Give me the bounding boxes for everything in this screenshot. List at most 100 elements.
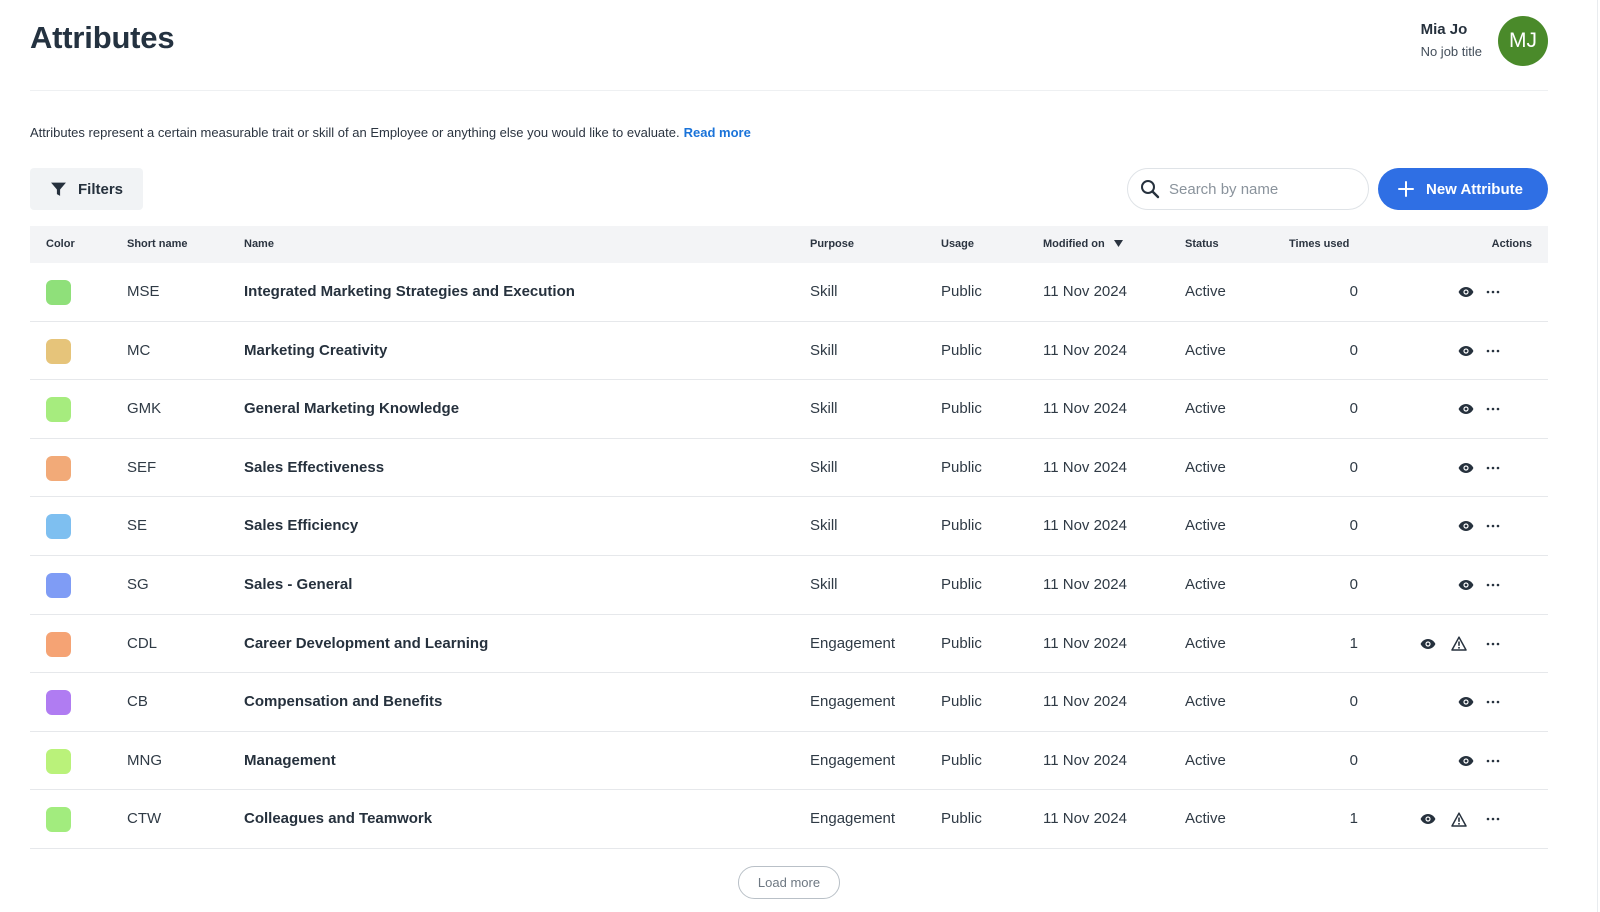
eye-icon[interactable] [1418,809,1438,829]
color-swatch [46,338,71,364]
status-cell: Active [1185,458,1226,476]
eye-icon[interactable] [1456,516,1476,536]
table-row[interactable]: MNG Management Engagement Public 11 Nov 2024… [30,732,1548,791]
attribute-name-cell[interactable]: Integrated Marketing Strategies and Exec… [244,263,575,321]
modified-on-cell: 11 Nov 2024 [1043,693,1127,711]
attribute-name-cell[interactable]: General Marketing Knowledge [244,380,459,438]
purpose-cell: Engagement [810,751,896,769]
purpose-cell: Skill [810,400,838,418]
more-horizontal-icon[interactable] [1483,634,1503,654]
usage-cell: Public [941,751,982,769]
table-row[interactable]: SE Sales Efficiency Skill Public 11 Nov 2024… [30,497,1548,556]
color-swatch [46,807,71,833]
load-more-button[interactable]: Load more [738,866,840,899]
status-cell: Active [1185,693,1226,711]
times-used-cell: 0 [1349,751,1358,769]
table-row[interactable]: GMK General Marketing Knowledge Skill Publi… [30,380,1548,439]
column-status[interactable]: Status [1185,226,1219,263]
times-used-cell: 0 [1349,517,1358,535]
usage-cell: Public [941,810,982,828]
warning-triangle-icon[interactable] [1449,634,1469,654]
attribute-name-cell[interactable]: Sales Efficiency [244,497,358,555]
usage-cell: Public [941,458,982,476]
attribute-name-cell[interactable]: Sales - General [244,556,352,614]
search-field[interactable] [1127,168,1369,210]
search-input[interactable] [1169,180,1349,198]
usage-cell: Public [941,283,982,300]
eye-icon[interactable] [1456,692,1476,712]
column-short-name[interactable]: Short name [127,226,188,263]
column-name[interactable]: Name [244,226,274,263]
short-name-cell: SEF [127,458,157,476]
table-row[interactable]: MC Marketing Creativity Skill Public 11 Nov … [30,322,1548,381]
attribute-name-cell[interactable]: Sales Effectiveness [244,439,384,497]
attributes-table: Color Short name Name Purpose Usage Modi… [30,226,1548,849]
eye-icon[interactable] [1456,751,1476,771]
times-used-cell: 0 [1349,458,1358,476]
column-modified-on[interactable]: Modified on [1043,226,1123,263]
modified-on-cell: 11 Nov 2024 [1043,751,1127,769]
table-row[interactable]: CB Compensation and Benefits Engagement Pub… [30,673,1548,732]
user-job-title: No job title [1420,44,1482,59]
modified-on-cell: 11 Nov 2024 [1043,634,1127,652]
eye-icon[interactable] [1456,282,1476,302]
user-info: Mia Jo No job title [1421,19,1482,63]
caret-down-icon [1113,240,1123,247]
more-horizontal-icon[interactable] [1483,341,1503,361]
attribute-name-cell[interactable]: Compensation and Benefits [244,673,442,731]
description-text: Attributes represent a certain measurabl… [30,125,680,140]
column-actions: Actions [1491,238,1532,250]
attribute-name-cell[interactable]: Colleagues and Teamwork [244,790,432,848]
more-horizontal-icon[interactable] [1483,399,1503,419]
page-description: Attributes represent a certain measurabl… [30,125,751,140]
usage-cell: Public [941,341,982,359]
more-horizontal-icon[interactable] [1483,751,1503,771]
column-purpose[interactable]: Purpose [810,226,854,263]
eye-icon[interactable] [1456,341,1476,361]
short-name-cell: GMK [127,400,162,418]
more-horizontal-icon[interactable] [1483,809,1503,829]
color-swatch [46,631,71,657]
table-row[interactable]: SEF Sales Effectiveness Skill Public 11 Nov … [30,439,1548,498]
more-horizontal-icon[interactable] [1483,282,1503,302]
table-row[interactable]: SG Sales - General Skill Public 11 Nov 2024 A… [30,556,1548,615]
more-horizontal-icon[interactable] [1483,692,1503,712]
eye-icon[interactable] [1456,458,1476,478]
color-swatch [46,690,71,716]
more-horizontal-icon[interactable] [1483,575,1503,595]
column-color: Color [46,238,75,250]
new-attribute-button[interactable]: New Attribute [1378,168,1548,210]
avatar[interactable]: MJ [1498,16,1548,66]
times-used-cell: 0 [1349,693,1358,711]
attribute-name-cell[interactable]: Marketing Creativity [244,322,387,380]
modified-on-cell: 11 Nov 2024 [1043,575,1127,593]
short-name-cell: SG [127,575,149,593]
eye-icon[interactable] [1456,399,1476,419]
column-times-used[interactable]: Times used [1289,226,1349,263]
times-used-cell: 0 [1349,400,1358,418]
more-horizontal-icon[interactable] [1483,516,1503,536]
eye-icon[interactable] [1456,575,1476,595]
usage-cell: Public [941,575,982,593]
column-usage[interactable]: Usage [941,226,974,263]
table-header: Color Short name Name Purpose Usage Modi… [30,226,1548,263]
purpose-cell: Skill [810,283,838,300]
warning-triangle-icon[interactable] [1449,809,1469,829]
filters-button[interactable]: Filters [30,168,143,210]
purpose-cell: Engagement [810,810,896,828]
more-horizontal-icon[interactable] [1483,458,1503,478]
attribute-name-cell[interactable]: Career Development and Learning [244,615,488,673]
table-row[interactable]: CDL Career Development and Learning Engage… [30,615,1548,674]
user-menu[interactable]: Mia Jo No job title MJ [1421,16,1548,66]
purpose-cell: Skill [810,517,838,535]
table-row[interactable]: MSE Integrated Marketing Strategies and E… [30,263,1548,322]
header-divider [30,90,1548,91]
color-swatch [46,397,71,423]
read-more-link[interactable]: Read more [684,125,751,140]
eye-icon[interactable] [1418,634,1438,654]
table-row[interactable]: CTW Colleagues and Teamwork Engagement Publ… [30,790,1548,849]
attribute-name-cell[interactable]: Management [244,732,336,790]
search-icon [1141,180,1160,199]
modified-on-cell: 11 Nov 2024 [1043,341,1127,359]
short-name-cell: CB [127,693,148,711]
